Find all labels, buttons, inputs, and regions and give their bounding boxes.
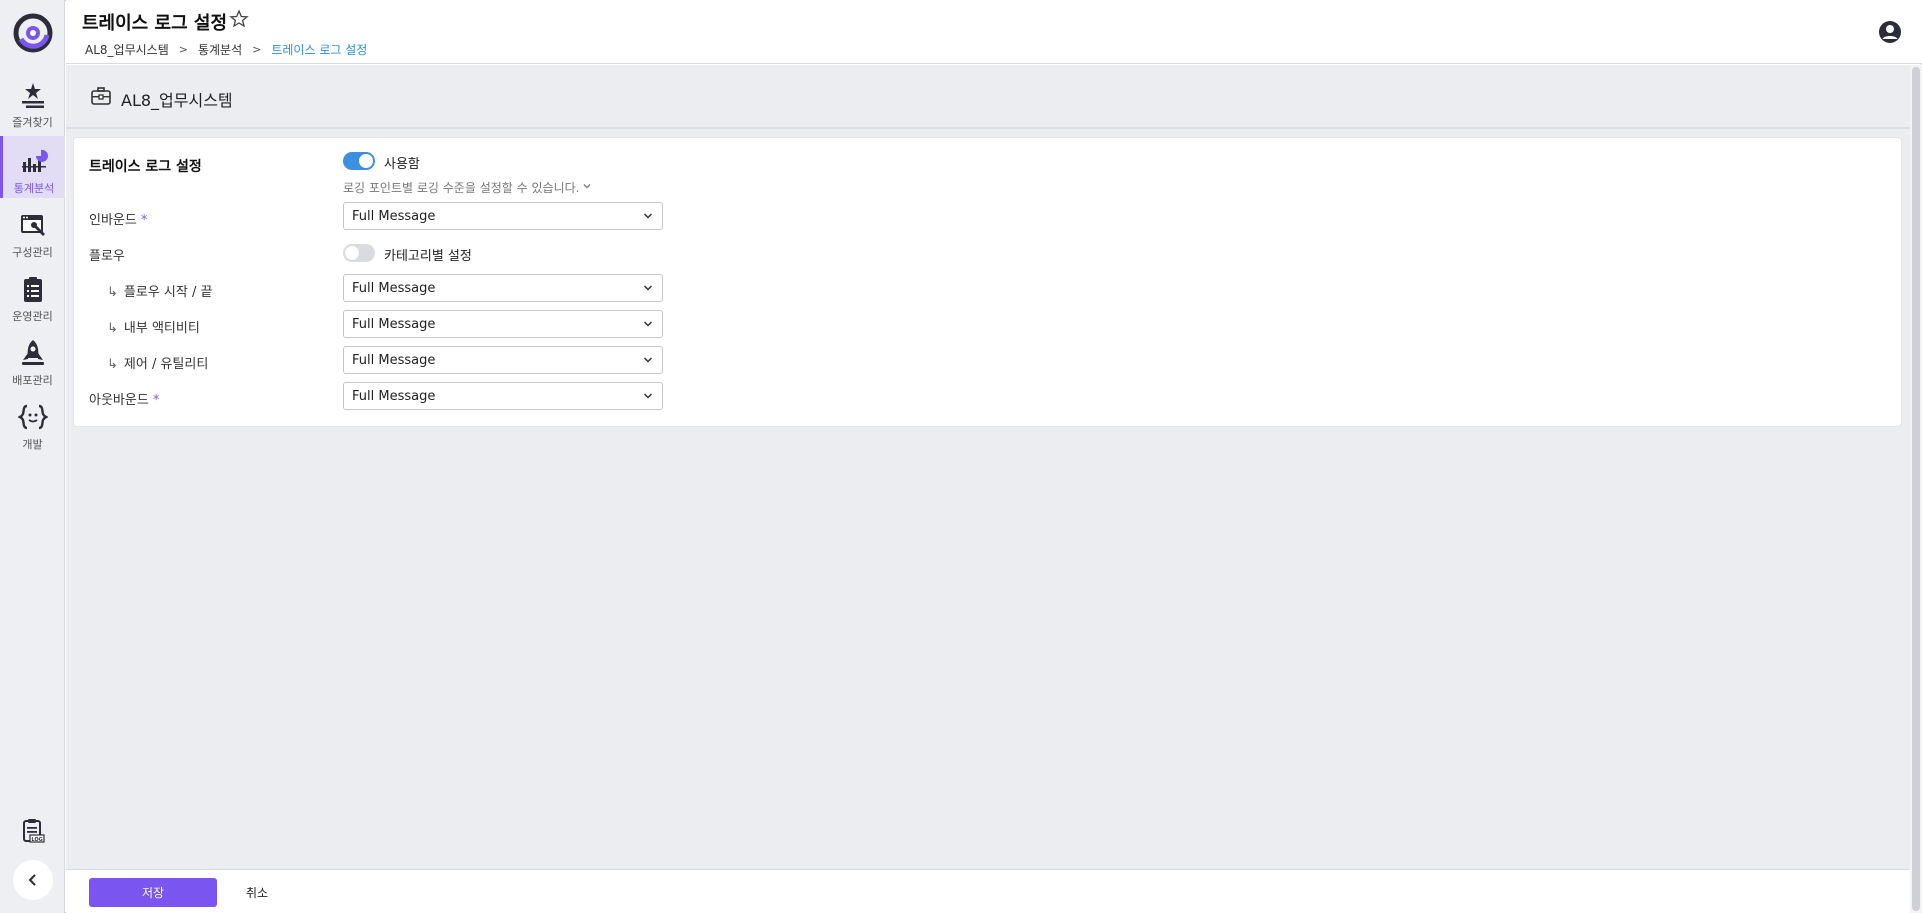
briefcase-icon <box>91 87 111 105</box>
inbound-select[interactable]: Full Message <box>343 202 663 230</box>
system-title: AL8_업무시스템 <box>121 91 233 110</box>
sub-arrow-icon: ↳ <box>107 321 118 336</box>
outbound-select-value: Full Message <box>352 388 436 404</box>
footer-actions: 저장 취소 <box>66 869 1910 913</box>
breadcrumb-item[interactable]: AL8_업무시스템 <box>85 41 169 58</box>
required-mark: * <box>152 393 160 408</box>
outbound-label: 아웃바운드 * <box>89 389 159 408</box>
page-header: 트레이스 로그 설정 AL8_업무시스템 > 통계분석 > 트레이스 로그 설정 <box>66 0 1922 64</box>
inbound-label: 인바운드 * <box>89 209 147 228</box>
control-utility-label: ↳ 제어 / 유틸리티 <box>107 353 208 372</box>
svg-text:LOG: LOG <box>31 837 42 843</box>
sidebar: 즐겨찾기 통계분석 구성관리 운영관리 배포관리 개발 LOG <box>0 0 65 913</box>
sub-arrow-icon: ↳ <box>107 285 118 300</box>
sidebar-item-label: 운영관리 <box>12 310 53 323</box>
inbound-label-text: 인바운드 <box>89 213 137 228</box>
chevron-down-icon <box>643 213 653 219</box>
sidebar-item-favorites[interactable]: 즐겨찾기 <box>0 70 65 132</box>
flow-category-toggle-label: 카테고리별 설정 <box>384 249 472 264</box>
chevron-down-icon[interactable] <box>581 180 593 192</box>
flow-category-toggle[interactable] <box>343 244 375 262</box>
chevron-down-icon <box>643 321 653 327</box>
logo-icon <box>13 13 53 53</box>
inbound-select-value: Full Message <box>352 208 436 224</box>
save-button[interactable]: 저장 <box>89 878 217 907</box>
sidebar-item-statistics[interactable]: 통계분석 <box>0 136 65 198</box>
log-icon: LOG <box>23 819 45 843</box>
control-utility-select[interactable]: Full Message <box>343 346 663 374</box>
outbound-select[interactable]: Full Message <box>343 382 663 410</box>
internal-activity-label-text: 내부 액티비티 <box>123 321 200 336</box>
code-braces-icon <box>17 404 48 430</box>
flow-label: 플로우 <box>89 249 125 264</box>
breadcrumb: AL8_업무시스템 > 통계분석 > 트레이스 로그 설정 <box>85 41 367 58</box>
flow-start-end-label-text: 플로우 시작 / 끝 <box>123 285 213 300</box>
rocket-icon <box>21 340 44 365</box>
control-utility-label-text: 제어 / 유틸리티 <box>123 357 209 372</box>
system-bar: AL8_업무시스템 <box>66 65 1910 129</box>
sidebar-item-deploy[interactable]: 배포관리 <box>0 328 65 390</box>
flow-start-end-label: ↳ 플로우 시작 / 끝 <box>107 281 212 300</box>
sub-arrow-icon: ↳ <box>107 357 118 372</box>
enable-toggle-label: 사용함 <box>384 157 420 172</box>
toggle-knob <box>345 246 359 260</box>
outbound-label-text: 아웃바운드 <box>89 393 149 408</box>
control-utility-select-value: Full Message <box>352 352 436 368</box>
breadcrumb-item[interactable]: 통계분석 <box>198 41 242 58</box>
breadcrumb-separator-icon: > <box>178 43 188 56</box>
sidebar-item-label: 즐겨찾기 <box>12 116 53 129</box>
sidebar-item-dev[interactable]: 개발 <box>0 392 65 454</box>
user-account-icon[interactable] <box>1878 20 1902 44</box>
main-content: AL8_업무시스템 트레이스 로그 설정 사용함 로깅 포인트별 로깅 수준을 … <box>66 65 1910 869</box>
scrollbar-thumb[interactable] <box>1912 67 1920 911</box>
flow-start-end-select-value: Full Message <box>352 280 436 296</box>
trace-log-settings-card: 트레이스 로그 설정 사용함 로깅 포인트별 로깅 수준을 설정할 수 있습니다… <box>73 137 1902 427</box>
vertical-scrollbar[interactable] <box>1910 65 1922 913</box>
enable-toggle[interactable] <box>343 152 375 170</box>
log-button[interactable]: LOG <box>20 818 46 844</box>
collapse-sidebar-button[interactable] <box>13 860 53 900</box>
config-icon <box>20 215 45 236</box>
chart-icon <box>22 149 48 172</box>
chevron-left-icon <box>28 874 36 886</box>
settings-title: 트레이스 로그 설정 <box>89 159 202 175</box>
breadcrumb-separator-icon: > <box>252 43 262 56</box>
page-title: 트레이스 로그 설정 <box>82 13 228 34</box>
internal-activity-select[interactable]: Full Message <box>343 310 663 338</box>
favorite-star-icon[interactable] <box>229 9 249 29</box>
chevron-down-icon <box>643 285 653 291</box>
chevron-down-icon <box>643 393 653 399</box>
sidebar-item-label: 배포관리 <box>12 374 53 387</box>
chevron-down-icon <box>643 357 653 363</box>
settings-hint: 로깅 포인트별 로깅 수준을 설정할 수 있습니다. <box>343 181 580 195</box>
sidebar-item-label: 통계분석 <box>13 182 55 195</box>
sidebar-item-operation[interactable]: 운영관리 <box>0 264 65 326</box>
sidebar-item-config[interactable]: 구성관리 <box>0 200 65 262</box>
sidebar-item-label: 구성관리 <box>12 246 53 259</box>
breadcrumb-current: 트레이스 로그 설정 <box>271 43 368 57</box>
flow-start-end-select[interactable]: Full Message <box>343 274 663 302</box>
clipboard-icon <box>23 277 42 302</box>
app-logo[interactable] <box>13 13 53 53</box>
internal-activity-select-value: Full Message <box>352 316 436 332</box>
internal-activity-label: ↳ 내부 액티비티 <box>107 317 200 336</box>
toggle-knob <box>359 154 373 168</box>
required-mark: * <box>140 213 148 228</box>
cancel-button[interactable]: 취소 <box>232 878 282 907</box>
sidebar-item-label: 개발 <box>22 438 43 451</box>
star-list-icon <box>21 83 44 108</box>
